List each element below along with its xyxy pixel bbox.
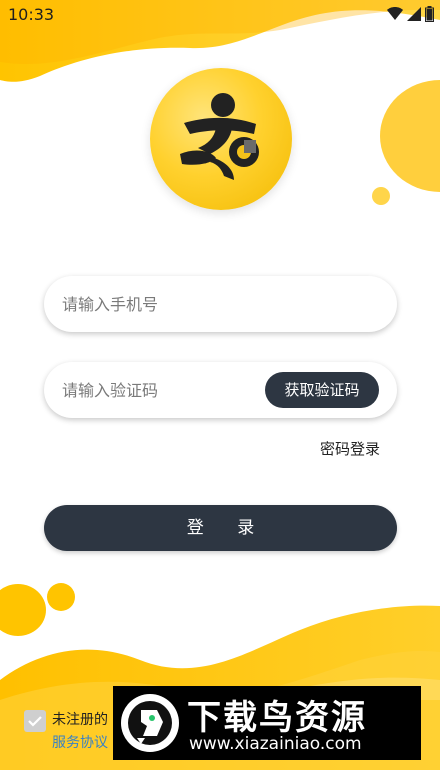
agreement-text: 未注册的 [52,712,108,728]
watermark-banner: 下载鸟资源 www.xiazainiao.com [113,686,421,760]
app-logo [150,68,292,210]
phone-field [44,276,397,332]
status-icons [387,6,434,22]
agreement-checkbox[interactable] [24,710,46,732]
status-bar: 10:33 [0,0,440,30]
phone-input[interactable] [62,276,382,332]
get-code-button[interactable]: 获取验证码 [265,372,379,408]
wifi-icon [387,7,403,20]
service-agreement-link[interactable]: 服务协议 [52,732,108,752]
status-time: 10:33 [8,5,55,24]
signal-icon [407,7,421,21]
check-icon [28,716,42,727]
watermark-title: 下载鸟资源 [187,698,367,738]
bird-logo-icon [121,694,179,752]
password-login-link[interactable]: 密码登录 [320,438,380,459]
code-field: 获取验证码 [44,362,397,418]
login-button[interactable]: 登 录 [44,505,397,551]
battery-icon [425,6,434,22]
watermark-url: www.xiazainiao.com [189,734,362,754]
person-wrench-logo-icon [180,93,259,180]
verification-code-input[interactable] [62,362,262,418]
